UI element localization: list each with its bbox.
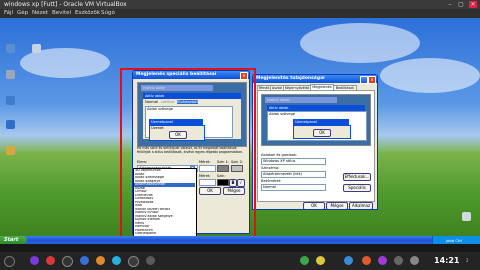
ok-button[interactable]: OK [303, 202, 325, 209]
cloud-decoration [300, 23, 420, 63]
highlight-rectangle [120, 68, 256, 240]
menu-fajl[interactable]: Fájl [4, 10, 13, 16]
fontsize-label: Betűméret: [261, 179, 282, 183]
app-icon[interactable] [394, 256, 403, 265]
advanced-button[interactable]: Speciális [343, 184, 371, 192]
vbox-window-title: windows xp [Futt] - Oracle VM VirtualBox [4, 1, 127, 8]
close-icon[interactable]: ✕ [368, 76, 376, 84]
apply-button[interactable]: Alkalmaz [349, 202, 373, 209]
window-title: Megjelenítés tulajdonságai [253, 75, 377, 83]
menu-gep[interactable]: Gép [17, 10, 28, 16]
app-menu-icon[interactable] [4, 256, 15, 267]
vbox-statusbar [0, 244, 480, 252]
app-icon[interactable] [112, 256, 121, 265]
maximize-icon[interactable]: ▢ [457, 1, 465, 8]
app-icon[interactable] [96, 256, 105, 265]
xp-taskbar [0, 236, 480, 244]
style-select[interactable]: Windows XP stílus [261, 158, 326, 165]
app-icon[interactable] [146, 256, 155, 265]
host-date: 2 [466, 258, 469, 263]
preview-inactive-title: Inaktív ablak [265, 97, 337, 103]
menu-bevitel[interactable]: Bevitel [52, 10, 71, 16]
start-button[interactable]: Start [0, 236, 27, 244]
cloud-decoration [380, 58, 480, 93]
recycle-bin-icon[interactable] [462, 212, 471, 221]
style-label: Ablakok és gombok: [261, 153, 298, 157]
preview-window-text: Ablak szövege [269, 112, 295, 116]
app-icon[interactable] [46, 256, 55, 265]
tray-text: jobb Ctrl [446, 238, 463, 243]
app-icon[interactable] [362, 256, 371, 265]
scheme-select[interactable]: Alapértelmezett (kék) [261, 171, 326, 178]
app-icon[interactable] [80, 256, 89, 265]
my-documents-icon[interactable] [6, 44, 15, 53]
app-icon[interactable] [344, 256, 353, 265]
fontsize-select[interactable]: Normál [261, 184, 326, 191]
preview-ok-button: OK [313, 129, 331, 137]
menu-sugo[interactable]: Súgó [101, 10, 115, 16]
host-clock: 14:21 [434, 256, 460, 265]
help-icon[interactable] [360, 76, 368, 84]
my-computer-icon[interactable] [6, 70, 15, 79]
effects-button[interactable]: Effektusok... [343, 173, 371, 181]
close-icon[interactable]: ✕ [469, 1, 477, 8]
app-icon[interactable] [378, 256, 387, 265]
cancel-button[interactable]: Mégse [326, 202, 348, 209]
app-icon[interactable] [300, 256, 309, 265]
scheme-label: Színséma: [261, 166, 280, 170]
display-properties-window: Megjelenítés tulajdonságai ✕ Témák Aszta… [252, 74, 378, 210]
app-icon[interactable] [30, 256, 39, 265]
folder-icon[interactable] [32, 44, 41, 53]
app-icon[interactable] [128, 256, 139, 267]
folder-icon[interactable] [6, 146, 15, 155]
app-icon[interactable] [410, 256, 419, 265]
app-icon[interactable] [316, 256, 325, 265]
menu-nezet[interactable]: Nézet [32, 10, 48, 16]
menu-eszkozok[interactable]: Eszközök [75, 10, 100, 16]
app-icon[interactable] [62, 256, 73, 267]
vbox-menubar [0, 9, 480, 18]
minimize-icon[interactable]: – [446, 1, 454, 8]
network-icon[interactable] [6, 96, 15, 105]
internet-explorer-icon[interactable] [6, 120, 15, 129]
